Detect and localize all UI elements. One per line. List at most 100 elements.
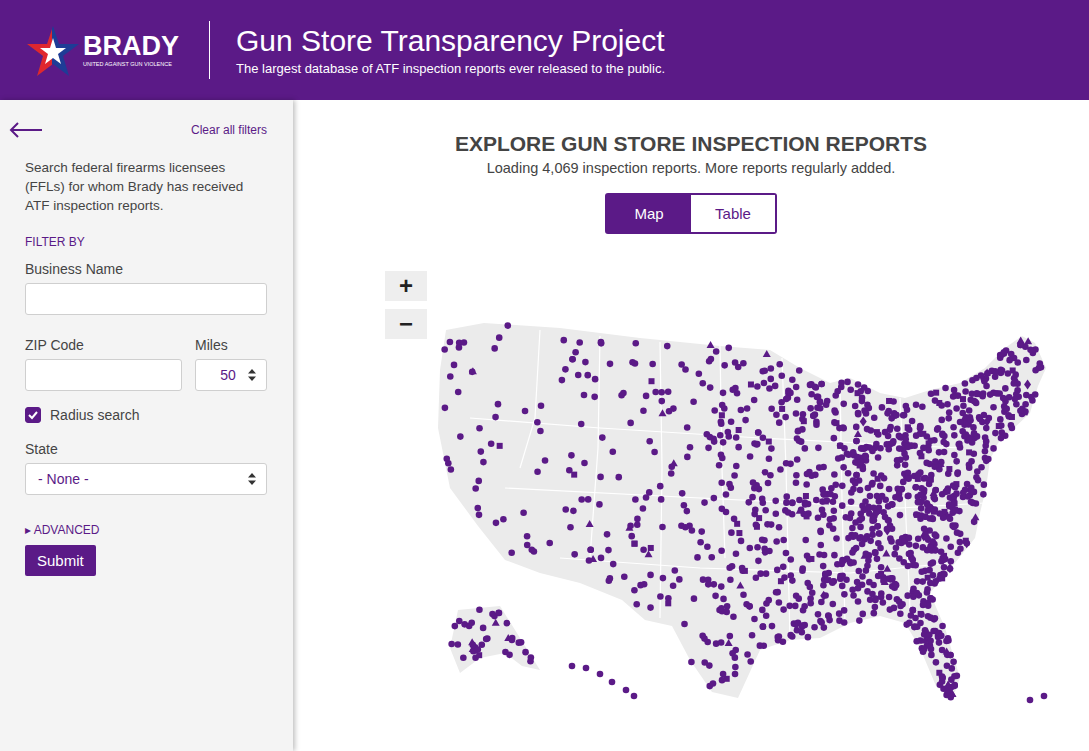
store-pin[interactable]: [766, 455, 773, 462]
store-pin[interactable]: [633, 601, 640, 608]
store-pin[interactable]: [760, 623, 767, 630]
store-pin[interactable]: [780, 564, 787, 571]
store-pin[interactable]: [919, 404, 926, 411]
store-pin[interactable]: [640, 407, 647, 414]
store-pin[interactable]: [913, 543, 920, 550]
business-name-input[interactable]: [25, 283, 267, 315]
store-pin[interactable]: [562, 366, 569, 373]
store-pin[interactable]: [476, 606, 483, 613]
store-pin[interactable]: [839, 573, 846, 580]
zoom-in-button[interactable]: +: [385, 271, 427, 301]
store-pin[interactable]: [998, 422, 1005, 429]
store-pin[interactable]: [953, 490, 960, 497]
store-pin[interactable]: [844, 450, 851, 457]
store-pin[interactable]: [1010, 380, 1017, 387]
store-pin[interactable]: [586, 557, 593, 564]
store-pin[interactable]: [837, 442, 844, 449]
store-pin[interactable]: [859, 573, 866, 580]
store-pin[interactable]: [657, 483, 664, 490]
store-pin[interactable]: [1023, 392, 1030, 399]
store-pin[interactable]: [879, 493, 886, 500]
store-pin[interactable]: [751, 616, 758, 623]
store-pin[interactable]: [718, 479, 725, 486]
store-pin[interactable]: [546, 540, 553, 547]
store-pin[interactable]: [874, 523, 881, 530]
store-pin[interactable]: [902, 461, 909, 468]
store-pin[interactable]: [853, 472, 860, 479]
store-pin[interactable]: [894, 457, 901, 464]
store-pin[interactable]: [707, 341, 715, 348]
store-pin[interactable]: [794, 397, 801, 404]
store-pin[interactable]: [844, 379, 851, 386]
store-pin[interactable]: [725, 345, 732, 352]
store-pin[interactable]: [719, 677, 726, 684]
store-pin[interactable]: [448, 466, 455, 473]
store-pin[interactable]: [948, 665, 955, 672]
store-pin[interactable]: [684, 508, 691, 515]
store-pin[interactable]: [850, 592, 857, 599]
zip-code-input[interactable]: [25, 359, 182, 391]
back-arrow-icon[interactable]: [9, 122, 43, 138]
store-pin[interactable]: [980, 491, 987, 498]
store-pin[interactable]: [799, 426, 806, 433]
store-pin[interactable]: [627, 420, 634, 427]
store-pin[interactable]: [990, 445, 997, 452]
store-pin[interactable]: [672, 567, 679, 574]
store-pin[interactable]: [857, 459, 864, 466]
store-pin[interactable]: [631, 693, 638, 700]
store-pin[interactable]: [827, 491, 834, 498]
store-pin[interactable]: [643, 393, 650, 400]
store-pin[interactable]: [718, 639, 725, 646]
store-pin[interactable]: [776, 361, 783, 368]
store-pin[interactable]: [911, 624, 918, 631]
store-pin[interactable]: [981, 412, 988, 419]
store-pin[interactable]: [719, 506, 726, 513]
store-pin[interactable]: [582, 359, 589, 366]
store-pin[interactable]: [932, 547, 939, 554]
store-pin[interactable]: [648, 545, 654, 551]
store-pin[interactable]: [744, 651, 751, 658]
store-pin[interactable]: [930, 559, 937, 566]
store-pin[interactable]: [753, 522, 760, 529]
store-pin[interactable]: [730, 613, 737, 620]
store-pin[interactable]: [876, 530, 883, 537]
store-pin[interactable]: [705, 581, 712, 588]
store-pin[interactable]: [947, 652, 954, 659]
store-pin[interactable]: [799, 416, 806, 423]
store-pin[interactable]: [882, 514, 889, 521]
store-pin[interactable]: [932, 458, 939, 465]
store-pin[interactable]: [822, 570, 829, 577]
store-pin[interactable]: [941, 571, 948, 578]
store-pin[interactable]: [946, 409, 953, 416]
store-pin[interactable]: [838, 380, 845, 387]
store-pin[interactable]: [893, 412, 900, 419]
store-pin[interactable]: [872, 595, 879, 602]
store-pin[interactable]: [779, 406, 785, 412]
store-pin[interactable]: [918, 568, 925, 575]
store-pin[interactable]: [888, 538, 895, 545]
store-pin[interactable]: [924, 589, 931, 596]
store-pin[interactable]: [469, 369, 476, 376]
store-pin[interactable]: [746, 603, 753, 610]
store-pin[interactable]: [831, 552, 838, 559]
store-pin[interactable]: [806, 556, 813, 563]
store-pin[interactable]: [864, 426, 871, 433]
store-pin[interactable]: [721, 362, 728, 369]
store-pin[interactable]: [944, 401, 951, 408]
store-pin[interactable]: [912, 484, 919, 491]
store-pin[interactable]: [531, 548, 538, 555]
store-pin[interactable]: [857, 524, 864, 531]
store-pin[interactable]: [504, 322, 511, 329]
store-pin[interactable]: [952, 484, 959, 491]
store-pin[interactable]: [772, 383, 779, 390]
store-pin[interactable]: [875, 454, 882, 461]
store-pin[interactable]: [963, 538, 969, 544]
store-pin[interactable]: [796, 497, 803, 504]
store-pin[interactable]: [904, 406, 911, 413]
store-pin[interactable]: [475, 646, 482, 653]
store-pin[interactable]: [1023, 357, 1030, 364]
store-pin[interactable]: [876, 530, 883, 537]
store-pin[interactable]: [720, 439, 727, 446]
store-pin[interactable]: [699, 632, 706, 639]
store-pin[interactable]: [926, 631, 933, 638]
